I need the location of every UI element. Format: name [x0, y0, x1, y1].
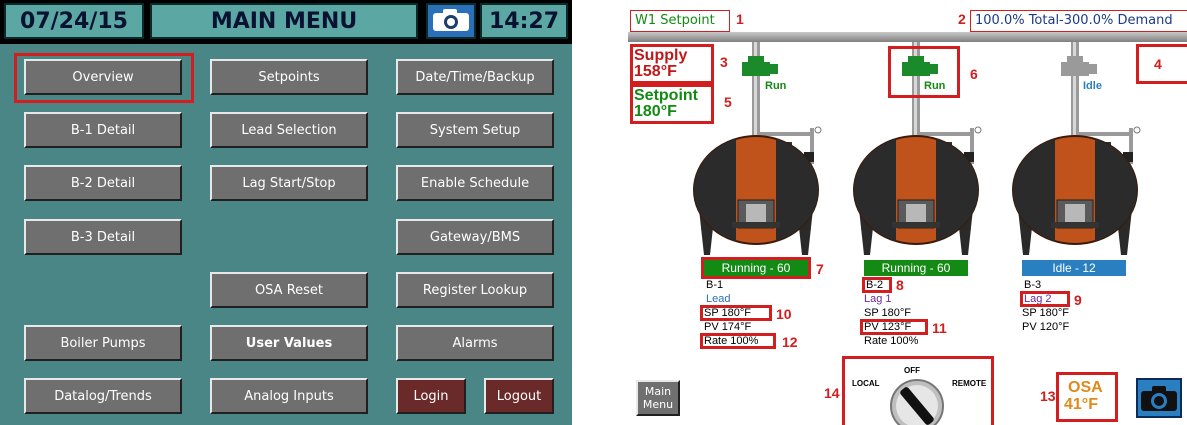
annotation-10: 10 [776, 306, 792, 322]
annotation-4-box [1136, 44, 1187, 84]
b3-setpoint: SP 180°F [1022, 307, 1070, 319]
b2-rate: Rate 100% [864, 335, 919, 347]
boiler-2-burner-base [892, 222, 940, 228]
valve-b1-state: Run [765, 80, 787, 92]
camera-icon [1141, 386, 1177, 411]
switch-remote-label: REMOTE [952, 379, 987, 388]
b1-rate-box [700, 333, 776, 349]
boiler-1-valve-actuator [770, 64, 778, 74]
switch-local-label: LOCAL [852, 379, 880, 388]
user-values-button[interactable]: User Values [210, 325, 368, 361]
annotation-3: 3 [720, 54, 728, 70]
osa-value: 41°F [1064, 396, 1098, 413]
boiler-1-valve-body [742, 62, 770, 76]
osa-label: OSA [1068, 379, 1103, 396]
setpoints-button[interactable]: Setpoints [210, 59, 368, 95]
b1-status-box [701, 257, 811, 279]
boiler-1-burner-panel [746, 204, 766, 224]
enable-schedule-button[interactable]: Enable Schedule [396, 165, 554, 201]
boiler-1-gauge-icon [814, 126, 822, 134]
overview-screen: W1 Setpoint 1 2 100.0% Total-300.0% Dema… [628, 0, 1187, 425]
supply-label: Supply [634, 47, 688, 64]
lag-start-stop-button[interactable]: Lag Start/Stop [210, 165, 368, 201]
annotation-8: 8 [896, 277, 904, 293]
setpoint-value: 180°F [634, 103, 677, 120]
datalog-trends-button[interactable]: Datalog/Trends [24, 378, 182, 414]
annotation-5: 5 [724, 94, 732, 110]
boiler-2-gauge-icon [974, 126, 982, 134]
boiler-3-gauge-icon [1133, 126, 1141, 134]
annotation-12: 12 [782, 334, 798, 350]
boiler-1-shell-shade-left [694, 139, 736, 241]
boiler-2-gas-line [920, 132, 974, 136]
b2-role: Lag 1 [864, 293, 892, 305]
valve-b3-state: Idle [1083, 80, 1102, 92]
menu-top-bar: 07/24/15 MAIN MENU 14:27 [0, 0, 572, 44]
b1-name: B-1 [706, 279, 724, 291]
osa-reset-button[interactable]: OSA Reset [210, 272, 368, 308]
valve-b2-state: Run [924, 80, 946, 92]
analog-inputs-button[interactable]: Analog Inputs [210, 378, 368, 414]
setpoint-label: Setpoint [634, 87, 698, 104]
selector-switch-knob[interactable] [887, 376, 947, 425]
date-display: 07/24/15 [4, 3, 144, 39]
system-setup-button[interactable]: System Setup [396, 112, 554, 148]
boiler-3-shell-shade-left [1013, 139, 1055, 241]
b1-detail-button[interactable]: B-1 Detail [24, 112, 182, 148]
boiler-3-valve-actuator [1089, 64, 1097, 74]
register-lookup-button[interactable]: Register Lookup [396, 272, 554, 308]
page-title: MAIN MENU [150, 3, 418, 39]
camera-button-right[interactable] [1136, 378, 1182, 418]
gateway-bms-button[interactable]: Gateway/BMS [396, 219, 554, 255]
main-menu-screen: 07/24/15 MAIN MENU 14:27 Overview Setpoi… [0, 0, 572, 425]
b3-detail-button[interactable]: B-3 Detail [24, 219, 182, 255]
date-time-backup-button[interactable]: Date/Time/Backup [396, 59, 554, 95]
supply-value: 158°F [634, 63, 677, 80]
b2-pv-box [860, 319, 928, 335]
b3-process-value: PV 120°F [1022, 321, 1070, 333]
b3-status-bar: Idle - 12 [1022, 260, 1126, 276]
annotation-13: 13 [1040, 388, 1056, 404]
time-display: 14:27 [480, 3, 568, 39]
boiler-3-gas-line [1079, 132, 1133, 136]
b2-status-bar: Running - 60 [864, 260, 968, 276]
boiler-3-valve-body [1061, 62, 1089, 76]
overview-button[interactable]: Overview [24, 59, 182, 95]
lead-selection-button[interactable]: Lead Selection [210, 112, 368, 148]
boiler-1-gas-line [760, 132, 814, 136]
boiler-pumps-button[interactable]: Boiler Pumps [24, 325, 182, 361]
b3-role-box [1020, 291, 1070, 307]
logout-button[interactable]: Logout [484, 378, 554, 414]
boiler-3-burner-base [1051, 222, 1099, 228]
annotation-9: 9 [1074, 292, 1082, 308]
camera-icon [433, 9, 469, 31]
b2-detail-button[interactable]: B-2 Detail [24, 165, 182, 201]
annotation-6: 6 [970, 66, 978, 82]
boiler-2-shell-shade-left [854, 139, 896, 241]
boiler-2-burner-panel [906, 204, 926, 224]
login-button[interactable]: Login [396, 378, 466, 414]
boiler-3-burner-panel [1065, 204, 1085, 224]
alarms-button[interactable]: Alarms [396, 325, 554, 361]
boiler-1-burner-base [732, 222, 780, 228]
b2-name-box [862, 277, 892, 293]
camera-button[interactable] [426, 3, 476, 39]
main-menu-button[interactable]: Main Menu [636, 380, 680, 416]
b1-setpoint-box [700, 305, 772, 321]
annotation-14: 14 [824, 385, 840, 401]
annotation-7: 7 [816, 261, 824, 277]
annotation-11: 11 [932, 320, 947, 336]
